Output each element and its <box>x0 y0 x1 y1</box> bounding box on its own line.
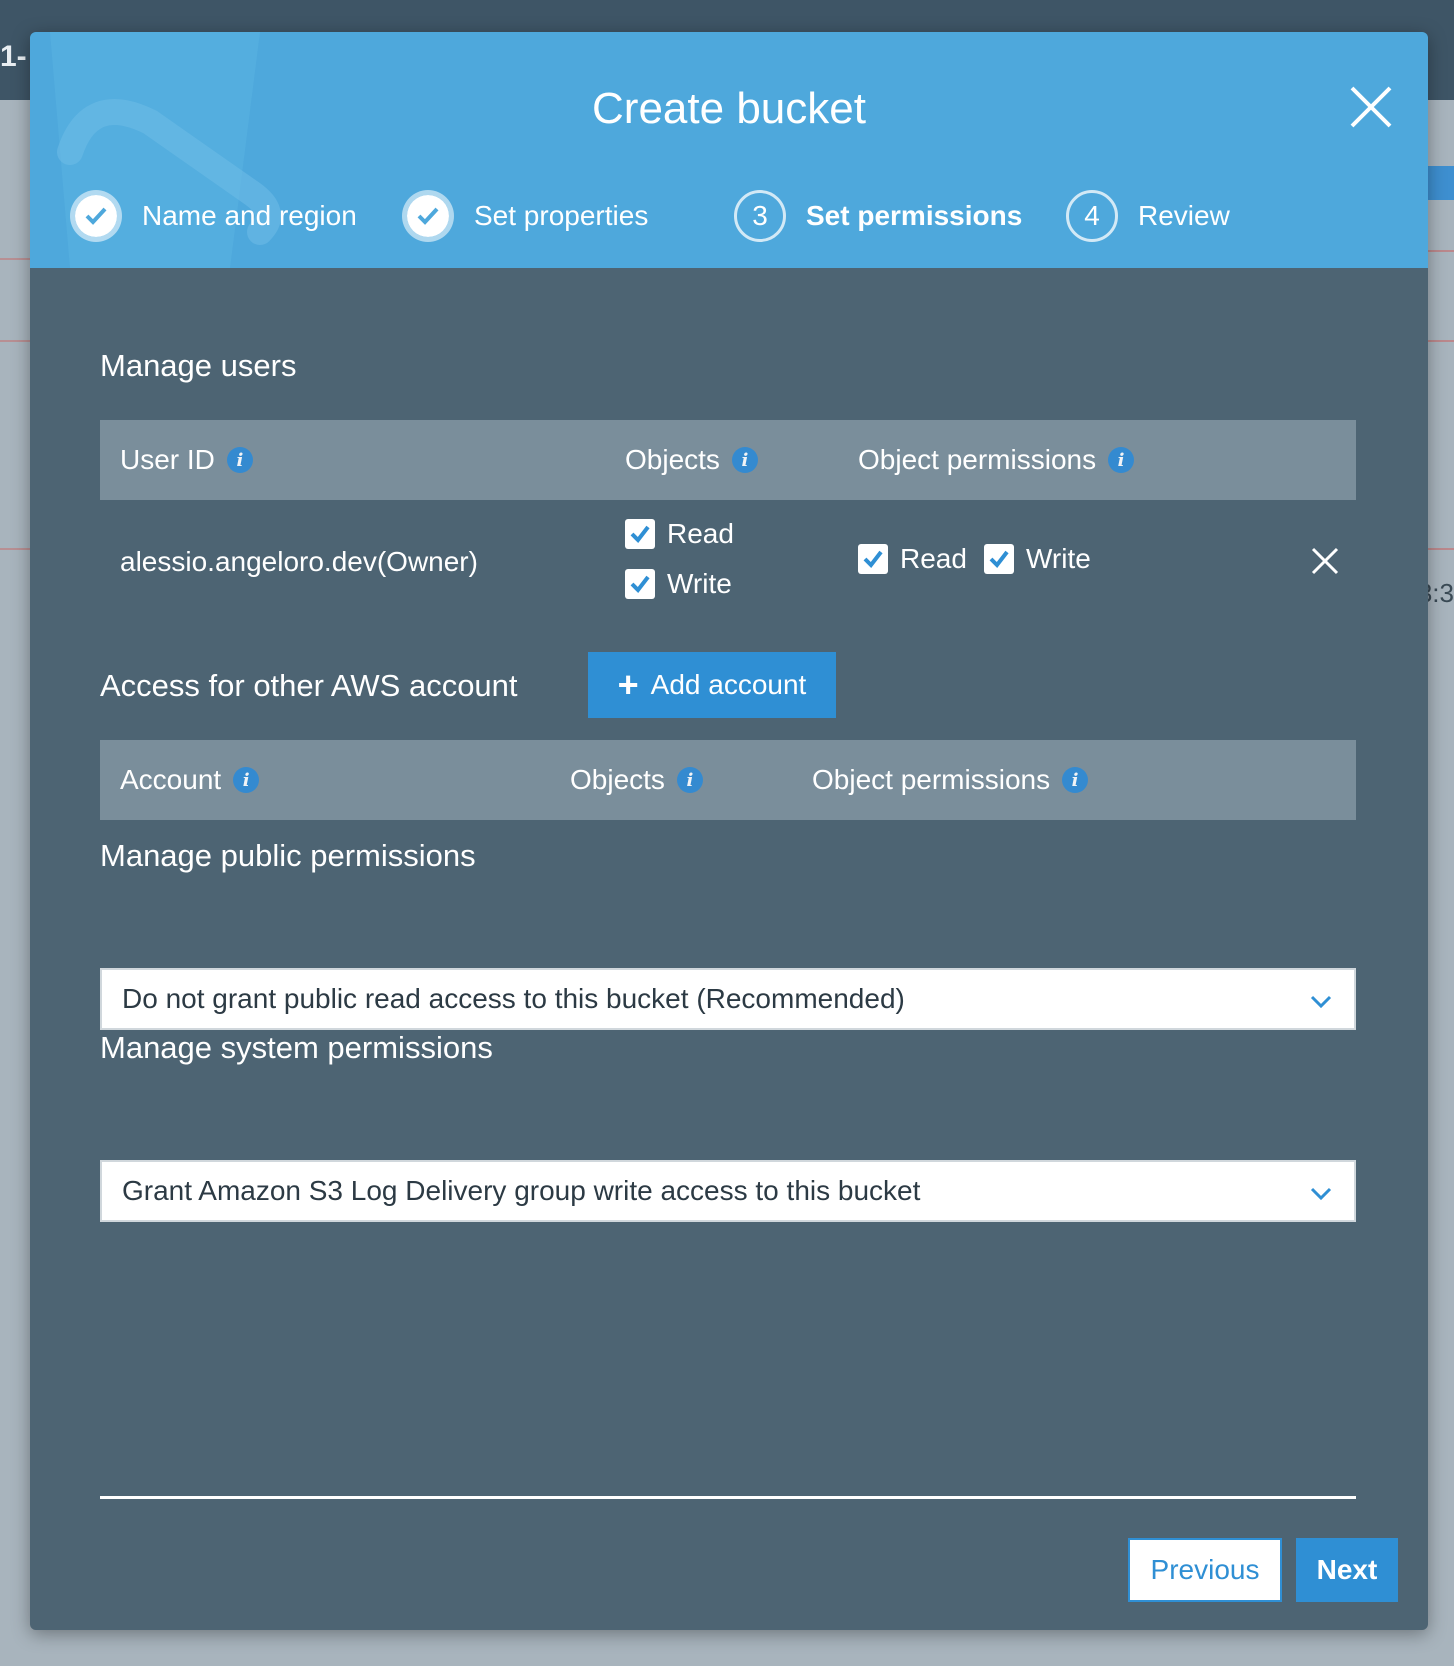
checkbox-label: Write <box>1026 543 1091 574</box>
header-objects: Objects i <box>570 740 703 820</box>
checkbox-label: Write <box>667 568 732 599</box>
header-object-permissions: Object permissions i <box>812 740 1089 820</box>
header-label: Account <box>120 764 222 795</box>
header-label: Objects <box>570 764 665 795</box>
create-bucket-modal: Create bucket Name and region Set proper… <box>30 32 1428 1630</box>
plus-icon: + <box>617 664 639 705</box>
select-value: Grant Amazon S3 Log Delivery group write… <box>122 1175 921 1206</box>
info-icon[interactable]: i <box>226 447 253 473</box>
step-label: Set permissions <box>806 200 1023 231</box>
info-icon[interactable]: i <box>731 447 758 473</box>
permissions-read-checkbox[interactable]: Read <box>858 543 967 575</box>
info-icon[interactable]: i <box>1108 447 1135 473</box>
chevron-down-icon <box>1310 1187 1332 1201</box>
checkbox-label: Read <box>667 518 734 549</box>
checkbox-checked-icon <box>858 544 888 574</box>
system-permissions-select[interactable]: Grant Amazon S3 Log Delivery group write… <box>100 1160 1356 1222</box>
step-label: Name and region <box>142 200 357 231</box>
step-label: Review <box>1138 200 1230 231</box>
remove-user-icon[interactable] <box>1310 546 1340 576</box>
close-icon[interactable] <box>1348 84 1394 130</box>
chevron-down-icon <box>1310 995 1332 1009</box>
info-icon[interactable]: i <box>676 767 703 793</box>
info-icon[interactable]: i <box>1062 767 1089 793</box>
checkbox-label: Read <box>900 543 967 574</box>
previous-button[interactable]: Previous <box>1128 1538 1282 1602</box>
background-title-fragment: 1- <box>0 40 27 73</box>
header-label: Objects <box>625 444 720 475</box>
accounts-table-header: Account i Objects i Object permissions i <box>100 740 1356 820</box>
check-circle-icon <box>402 190 454 242</box>
wizard-steps: Name and region Set properties 3 Set per… <box>70 186 1410 246</box>
header-user-id: User ID i <box>120 420 253 500</box>
checkbox-checked-icon <box>625 519 655 549</box>
footer-divider <box>100 1496 1356 1499</box>
step-set-properties[interactable]: Set properties <box>402 186 648 246</box>
check-circle-icon <box>70 190 122 242</box>
header-objects: Objects i <box>625 420 758 500</box>
modal-header: Create bucket Name and region Set proper… <box>30 32 1428 268</box>
add-account-button[interactable]: + Add account <box>588 652 836 718</box>
public-permissions-title: Manage public permissions <box>100 838 476 873</box>
permissions-write-checkbox[interactable]: Write <box>984 543 1091 575</box>
add-account-label: Add account <box>650 669 807 700</box>
users-table-header: User ID i Objects i Object permissions i <box>100 420 1356 500</box>
objects-write-checkbox[interactable]: Write <box>625 568 732 600</box>
manage-users-title: Manage users <box>100 348 297 383</box>
header-label: User ID <box>120 444 215 475</box>
header-account: Account i <box>120 740 260 820</box>
step-name-and-region[interactable]: Name and region <box>70 186 357 246</box>
modal-body: Manage users User ID i Objects i Object … <box>100 268 1398 1630</box>
next-button[interactable]: Next <box>1296 1538 1398 1602</box>
other-account-title: Access for other AWS account <box>100 668 518 703</box>
public-permissions-select[interactable]: Do not grant public read access to this … <box>100 968 1356 1030</box>
checkbox-checked-icon <box>625 569 655 599</box>
step-number-circle: 4 <box>1066 190 1118 242</box>
header-label: Object permissions <box>858 444 1097 475</box>
modal-title: Create bucket <box>592 84 866 133</box>
select-value: Do not grant public read access to this … <box>122 983 905 1014</box>
header-label: Object permissions <box>812 764 1051 795</box>
step-review[interactable]: 4 Review <box>1066 186 1230 246</box>
step-label: Set properties <box>474 200 649 231</box>
step-set-permissions[interactable]: 3 Set permissions <box>734 186 1022 246</box>
system-permissions-title: Manage system permissions <box>100 1030 493 1065</box>
info-icon[interactable]: i <box>233 767 260 793</box>
objects-read-checkbox[interactable]: Read <box>625 518 734 550</box>
checkbox-checked-icon <box>984 544 1014 574</box>
user-id-value: alessio.angeloro.dev(Owner) <box>120 546 478 577</box>
step-number-circle: 3 <box>734 190 786 242</box>
header-object-permissions: Object permissions i <box>858 420 1135 500</box>
